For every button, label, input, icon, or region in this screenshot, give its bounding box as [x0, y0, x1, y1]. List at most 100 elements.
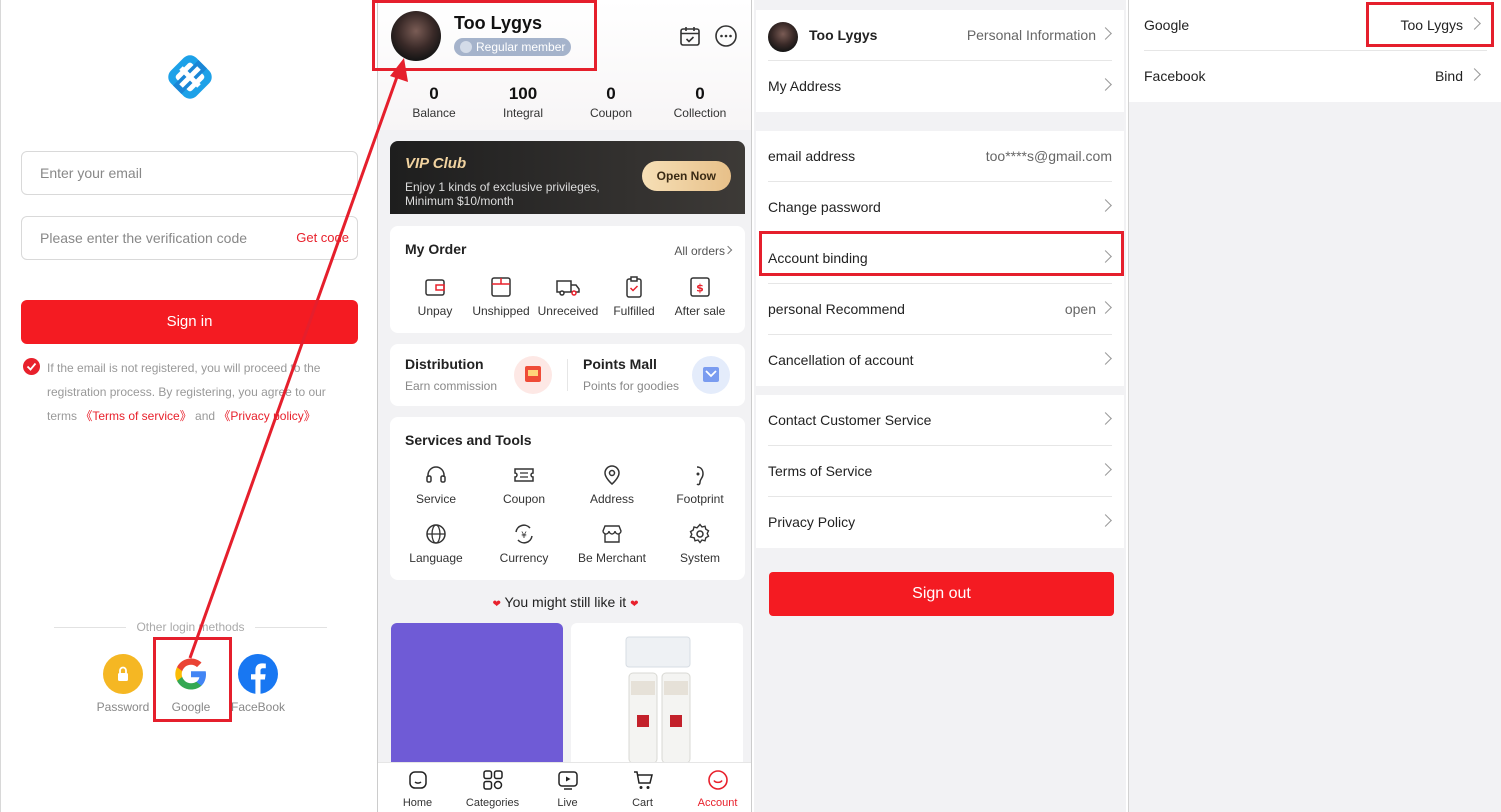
email-value: too****s@gmail.com	[985, 148, 1112, 164]
password-login-label: Password	[96, 700, 150, 714]
service-item[interactable]: Service	[392, 462, 480, 506]
row-label: personal Recommend	[768, 301, 905, 317]
tab-label: Account	[697, 797, 738, 809]
vip-club-banner[interactable]: VIP Club Enjoy 1 kinds of exclusive priv…	[390, 141, 745, 214]
facebook-login-label: FaceBook	[230, 700, 286, 714]
tab-cart[interactable]: Cart	[605, 767, 680, 809]
settings-username: Too Lygys	[809, 27, 878, 43]
facebook-icon	[238, 654, 278, 694]
services-title: Services and Tools	[405, 432, 532, 448]
stat-label: Balance	[412, 106, 456, 120]
email-input[interactable]: Enter your email	[21, 151, 358, 195]
distribution-title[interactable]: Distribution	[405, 356, 484, 372]
get-code-button[interactable]: Get code	[296, 217, 349, 259]
contact-customer-service-row[interactable]: Contact Customer Service	[768, 395, 1112, 446]
highlight-box-google-bound	[1366, 2, 1494, 47]
facebook-login-button[interactable]: FaceBook	[223, 654, 293, 714]
points-mall-subtitle: Points for goodies	[583, 379, 680, 393]
address-item[interactable]: Address	[568, 462, 656, 506]
terms-of-service-link[interactable]: 《Terms of service》	[80, 409, 191, 423]
chevron-right-icon	[1099, 352, 1112, 365]
refund-icon: $	[656, 274, 744, 300]
distribution-icon[interactable]	[514, 356, 552, 394]
change-password-row[interactable]: Change password	[768, 182, 1112, 233]
order-after-sale[interactable]: $ After sale	[656, 274, 744, 318]
services-card: Services and Tools Service Coupon Addres…	[390, 417, 745, 580]
stat-coupon[interactable]: 0 Coupon	[566, 84, 656, 122]
personal-recommend-row[interactable]: personal Recommend open	[768, 284, 1112, 335]
product-card-image[interactable]	[391, 623, 563, 763]
gear-icon	[656, 521, 744, 547]
verification-code-placeholder: Please enter the verification code	[40, 230, 248, 246]
points-mall-title[interactable]: Points Mall	[583, 356, 657, 372]
password-login-button[interactable]: Password	[88, 654, 158, 714]
tab-live[interactable]: Live	[530, 767, 605, 809]
tab-home[interactable]: Home	[380, 767, 455, 809]
calendar-checkin-icon[interactable]	[678, 24, 702, 53]
chevron-right-icon	[1468, 68, 1481, 81]
language-item[interactable]: Language	[392, 521, 480, 565]
order-item-label: Unshipped	[472, 304, 530, 318]
service-item-label: System	[679, 551, 720, 565]
recommend-title-text: You might still like it	[504, 594, 627, 610]
cancellation-of-account-row[interactable]: Cancellation of account	[768, 335, 1112, 386]
points-mall-icon[interactable]	[692, 356, 730, 394]
chevron-right-icon	[1099, 27, 1112, 40]
currency-item[interactable]: ¥ Currency	[480, 521, 568, 565]
my-address-row[interactable]: My Address	[768, 61, 1112, 112]
chevron-right-icon	[1099, 78, 1112, 91]
stat-balance[interactable]: 0 Balance	[389, 84, 479, 122]
tab-categories[interactable]: Categories	[455, 767, 530, 809]
all-orders-link[interactable]: All orders	[674, 244, 725, 258]
system-item[interactable]: System	[656, 521, 744, 565]
sign-in-button[interactable]: Sign in	[21, 300, 358, 344]
row-label: Change password	[768, 199, 881, 215]
tab-label: Categories	[465, 797, 520, 809]
message-icon[interactable]	[714, 24, 738, 53]
bottom-tab-bar: Home Categories Live Cart Account	[378, 762, 751, 812]
tab-account[interactable]: Account	[680, 767, 751, 809]
live-play-icon	[530, 767, 605, 793]
be-merchant-item[interactable]: Be Merchant	[568, 521, 656, 565]
personal-information-label: Personal Information	[966, 27, 1096, 43]
highlight-box-google-login	[153, 637, 232, 722]
heart-icon: ❤	[492, 599, 501, 610]
terms-of-service-row[interactable]: Terms of Service	[768, 446, 1112, 497]
avatar	[768, 22, 798, 52]
promo-card: Distribution Earn commission Points Mall…	[390, 344, 745, 406]
recommend-title: ❤ You might still like it ❤	[378, 594, 751, 610]
agree-checkbox[interactable]	[23, 358, 40, 375]
divider	[567, 359, 568, 391]
sign-out-button[interactable]: Sign out	[769, 572, 1114, 616]
privacy-policy-link[interactable]: 《Privacy policy》	[218, 409, 315, 423]
chevron-right-icon	[1099, 412, 1112, 425]
coupon-item[interactable]: Coupon	[480, 462, 568, 506]
verification-code-input[interactable]: Please enter the verification code Get c…	[21, 216, 358, 260]
app-logo	[166, 53, 214, 101]
facebook-binding-row[interactable]: Facebook Bind	[1144, 51, 1487, 102]
personal-recommend-value: open	[1064, 301, 1096, 317]
privacy-policy-row[interactable]: Privacy Policy	[768, 497, 1112, 548]
service-item-label: Currency	[499, 551, 549, 565]
row-label: Facebook	[1144, 68, 1206, 84]
chevron-right-icon	[1099, 514, 1112, 527]
stat-integral[interactable]: 100 Integral	[478, 84, 568, 122]
order-item-label: Fulfilled	[613, 304, 655, 318]
row-label: Contact Customer Service	[768, 412, 932, 428]
service-item-label: Be Merchant	[577, 551, 647, 565]
stat-collection[interactable]: 0 Collection	[655, 84, 745, 122]
profile-group: Too Lygys Personal Information My Addres…	[756, 10, 1124, 112]
email-address-row[interactable]: email address too****s@gmail.com	[768, 131, 1112, 182]
svg-text:¥: ¥	[521, 531, 527, 541]
product-card-image[interactable]	[571, 623, 743, 764]
headset-icon	[392, 462, 480, 488]
highlight-box-account-binding	[759, 231, 1124, 276]
personal-information-row[interactable]: Too Lygys Personal Information	[768, 10, 1112, 61]
footprint-item[interactable]: Footprint	[656, 462, 744, 506]
tab-label: Home	[402, 797, 433, 809]
service-item-label: Language	[409, 551, 463, 565]
open-now-button[interactable]: Open Now	[641, 161, 731, 191]
chevron-right-icon	[1099, 301, 1112, 314]
svg-text:$: $	[696, 282, 704, 295]
distribution-subtitle: Earn commission	[405, 379, 498, 393]
